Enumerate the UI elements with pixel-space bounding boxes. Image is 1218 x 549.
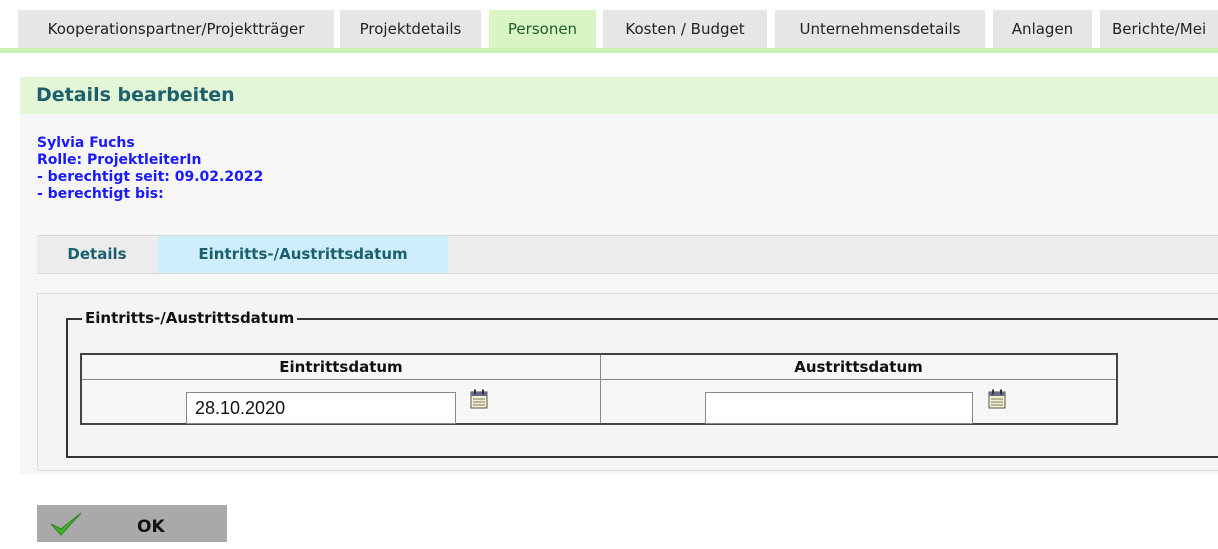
authorized-since: - berechtigt seit: 09.02.2022 xyxy=(37,169,264,185)
top-tab-bar: Kooperationspartner/Projektträger Projek… xyxy=(0,10,1218,48)
checkmark-icon xyxy=(50,512,82,536)
table-divider xyxy=(600,355,601,423)
exit-calendar-icon[interactable] xyxy=(988,389,1006,409)
ok-button[interactable]: OK xyxy=(37,505,227,542)
top-navigation: Kooperationspartner/Projektträger Projek… xyxy=(0,0,1218,53)
panel-header: Details bearbeiten xyxy=(20,77,1218,114)
tab-personen[interactable]: Personen xyxy=(489,10,596,48)
subtab-details[interactable]: Details xyxy=(49,236,145,273)
page-title: Details bearbeiten xyxy=(36,84,235,106)
entry-calendar-icon[interactable] xyxy=(470,389,488,409)
tab-kooperationspartner[interactable]: Kooperationspartner/Projektträger xyxy=(18,10,334,48)
fieldset-legend: Eintritts-/Austrittsdatum xyxy=(82,309,298,327)
authorized-until: - berechtigt bis: xyxy=(37,186,164,202)
exit-date-input[interactable] xyxy=(705,392,973,424)
exit-date-header: Austrittsdatum xyxy=(601,355,1116,380)
tab-projektdetails[interactable]: Projektdetails xyxy=(340,10,481,48)
person-name: Sylvia Fuchs xyxy=(37,135,135,151)
subtab-eintritts-austrittsdatum[interactable]: Eintritts-/Austrittsdatum xyxy=(158,236,448,273)
person-role: Rolle: ProjektleiterIn xyxy=(37,152,202,168)
tab-anlagen[interactable]: Anlagen xyxy=(993,10,1092,48)
entry-date-header: Eintrittsdatum xyxy=(82,355,600,380)
entry-date-input[interactable]: 28.10.2020 xyxy=(186,392,456,424)
nav-underline xyxy=(0,48,1218,53)
tab-berichte[interactable]: Berichte/Mei xyxy=(1100,10,1218,48)
person-info: Sylvia Fuchs Rolle: ProjektleiterIn - be… xyxy=(37,135,263,203)
subtab-bar: Details Eintritts-/Austrittsdatum xyxy=(37,235,1218,274)
tab-unternehmensdetails[interactable]: Unternehmensdetails xyxy=(775,10,985,48)
tab-kosten-budget[interactable]: Kosten / Budget xyxy=(603,10,767,48)
ok-button-label: OK xyxy=(137,517,165,537)
